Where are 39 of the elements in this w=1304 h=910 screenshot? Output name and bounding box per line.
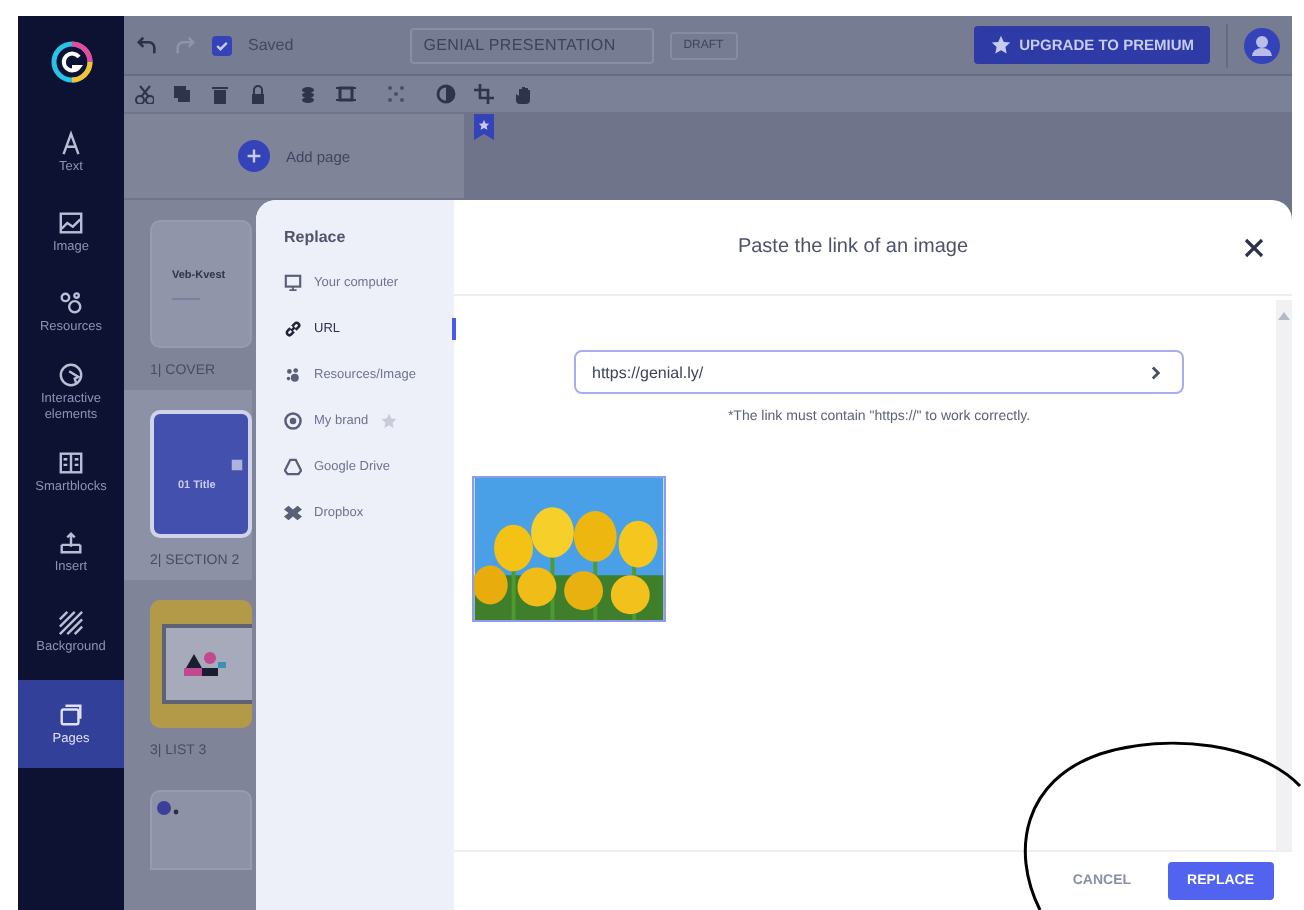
layers-icon[interactable] (298, 84, 318, 104)
text-icon (58, 129, 84, 156)
plus-icon[interactable] (245, 148, 262, 164)
shapes-drawing (182, 648, 230, 680)
frame-icon[interactable] (336, 84, 356, 104)
copy-icon[interactable] (172, 84, 192, 104)
dialog-title: Paste the link of an image (737, 236, 969, 258)
hatch-icon (58, 609, 84, 636)
image-icon (58, 209, 84, 236)
scrollbar[interactable] (1276, 300, 1292, 850)
cursor-icon (58, 362, 84, 389)
insert-icon (58, 529, 84, 556)
add-page-button[interactable] (237, 140, 270, 172)
logo-icon[interactable] (49, 40, 93, 84)
crop-icon[interactable] (474, 84, 494, 104)
star-icon (989, 34, 1012, 56)
close-button[interactable] (1240, 234, 1268, 262)
pages-icon (58, 701, 84, 728)
contrast-icon[interactable] (436, 84, 456, 104)
hand-icon[interactable] (512, 84, 532, 104)
avatar-icon[interactable] (1244, 27, 1280, 63)
scroll-up-icon[interactable] (1278, 312, 1290, 320)
shapes-icon (58, 289, 84, 316)
grid-dots-icon[interactable] (386, 84, 406, 104)
paw-icon (284, 366, 302, 384)
page-thumbnail[interactable] (150, 790, 252, 870)
lock-icon[interactable] (248, 84, 268, 104)
dot-icon (156, 800, 180, 816)
saved-checkbox[interactable] (212, 35, 232, 55)
dialog-sidebar-title: Replace (284, 228, 348, 246)
page-thumbnail[interactable] (150, 600, 252, 728)
monitor-icon (284, 274, 302, 292)
bookmark-icon[interactable] (474, 114, 494, 140)
blocks-icon (58, 449, 84, 476)
trash-icon[interactable] (210, 84, 230, 104)
undo-icon[interactable] (136, 34, 158, 56)
link-icon (284, 320, 302, 338)
url-field[interactable]: https://genial.ly/ (574, 350, 1184, 394)
scissors-icon[interactable] (134, 84, 154, 104)
